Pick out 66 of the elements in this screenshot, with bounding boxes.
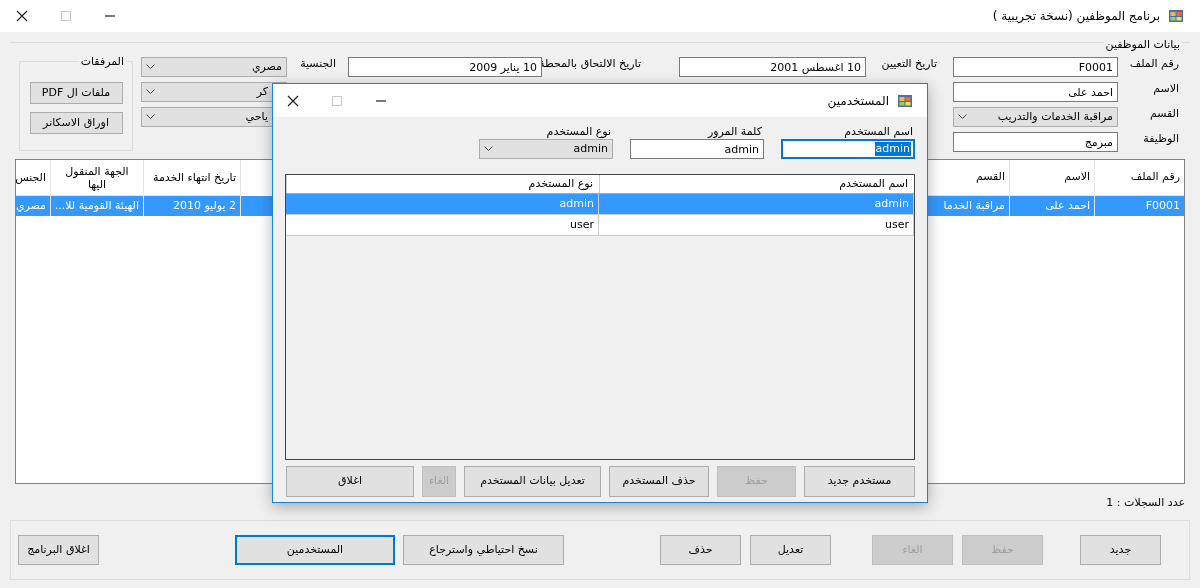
table-row[interactable]: user user [286,215,914,236]
table-cell-text: مصري [16,197,46,214]
column-header[interactable]: نوع المستخدم [528,175,593,193]
button[interactable]: تعديل بيانات المستخدم [464,466,601,497]
text-field[interactable]: احمد على [953,82,1118,102]
field-label: الوظيفة [1143,132,1180,146]
dropdown[interactable]: مراقبة الخدمات والتدريب [953,107,1118,127]
dropdown[interactable]: admin [479,139,613,159]
column-header[interactable]: اسم المستخدم [839,175,908,193]
text-field[interactable]: admin [630,139,764,159]
table-cell-text: الهيئة القومية للا... [54,197,139,214]
window-title: برنامج الموظفين (نسخة تجريبية ) [992,8,1160,25]
close-icon[interactable] [16,10,28,22]
close-icon[interactable] [287,94,299,107]
table-cell-text: 2 يوليو 2010 [172,197,236,214]
text-field[interactable]: 10 يناير 2009 [348,57,542,77]
table-cell-text: admin [874,195,909,212]
button[interactable]: حذف [660,535,741,565]
record-count: عدد السجلات : 1 [1106,496,1185,510]
column-header[interactable]: الجنس [16,171,46,184]
column-header[interactable]: الجهة المنقول اليها [55,164,139,191]
button[interactable]: جديد [1080,535,1161,565]
table-cell-text: F0001 [1145,197,1180,214]
field-label: كلمة المرور [707,125,763,139]
field-label: تاريخ التعيين [881,57,938,71]
app-icon [1168,8,1184,24]
dropdown[interactable]: مصري [141,57,287,77]
chevron-down-icon [146,64,155,70]
chevron-down-icon [958,114,967,120]
table-cell-text: user [885,216,909,233]
chevron-down-icon [146,89,155,95]
column-header[interactable]: رقم الملف [1130,169,1180,186]
text-field[interactable]: مبرمج [953,132,1118,152]
table-cell-text: user [570,216,594,233]
field-label: الجنسية [300,57,337,71]
button[interactable]: نسخ احتياطي واسترجاع [403,535,564,565]
group-title: بيانات الموظفين [1103,37,1182,54]
button[interactable]: مستخدم جديد [804,466,915,497]
field-label: نوع المستخدم [546,125,612,139]
field-label: تاريخ الالتحاق بالمحطة [539,57,642,71]
button[interactable]: اغلاق [286,466,414,497]
dialog-title: المستخدمين [827,92,889,110]
text-field[interactable]: 10 اغسطس 2001 [679,57,866,77]
column-header[interactable]: القسم [975,169,1005,186]
button[interactable]: المستخدمين [235,535,395,565]
text-field[interactable]: admin [781,139,915,159]
group-title: المرفقات [78,54,126,71]
dropdown[interactable]: كر [141,82,287,102]
table-cell-text: admin [559,195,594,212]
field-label: اسم المستخدم [844,125,914,139]
table-cell-text: احمد على [1045,197,1090,214]
button[interactable]: اوراق الاسكانر [29,112,123,134]
field-label: الاسم [1153,82,1180,96]
button[interactable]: اغلاق البرنامج [18,535,99,565]
table-cell-text: مراقبة الخدما [943,197,1005,214]
column-header[interactable]: الاسم [1064,169,1090,186]
button[interactable]: تعديل [750,535,831,565]
button[interactable]: حذف المستخدم [609,466,709,497]
field-label: رقم الملف [1129,57,1180,71]
chevron-down-icon [146,114,155,120]
text-field[interactable]: F0001 [953,57,1118,77]
field-label: القسم [1149,107,1180,121]
app-icon [897,92,913,109]
column-header[interactable]: تاريخ انتهاء الخدمة [153,171,236,184]
chevron-down-icon [484,146,493,152]
button[interactable]: ملفات ال PDF [29,82,123,104]
